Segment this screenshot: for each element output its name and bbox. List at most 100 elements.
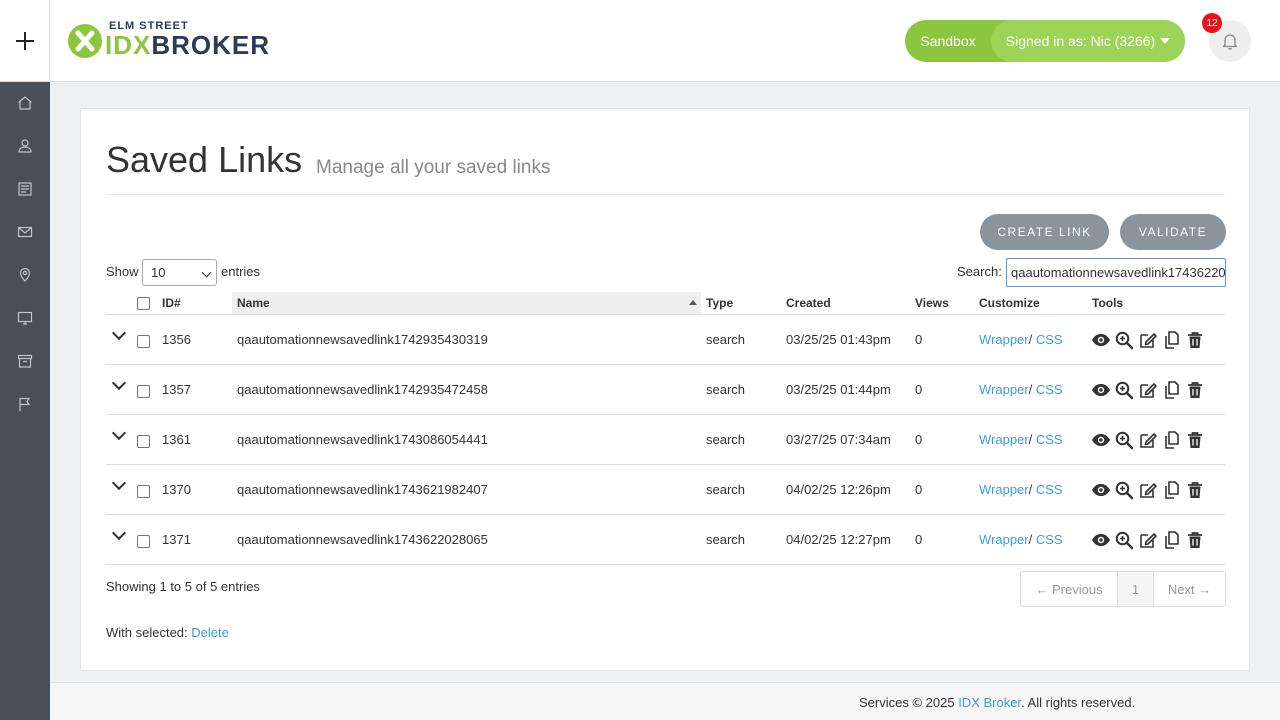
css-link[interactable]: CSS [1036,382,1063,397]
copy-icon[interactable] [1162,330,1182,350]
css-link[interactable]: CSS [1036,332,1063,347]
edit-icon[interactable] [1138,380,1158,400]
copy-icon[interactable] [1162,430,1182,450]
column-id[interactable]: ID# [162,296,181,310]
sidebar-item-website[interactable] [0,298,50,338]
view-icon[interactable] [1091,380,1111,400]
table-row: 1356 qaautomationnewsavedlink174293543031… [106,315,1225,365]
logo-x-icon [68,24,102,58]
previous-page-button[interactable]: ← Previous [1021,572,1118,606]
page-size-select[interactable]: 10 [142,259,217,286]
sidebar-item-mail[interactable] [0,212,50,252]
wrapper-link[interactable]: Wrapper [979,332,1029,347]
sidebar-item-reports[interactable] [0,384,50,424]
sidebar-item-contacts[interactable] [0,126,50,166]
cell-type: search [706,532,746,547]
next-page-button[interactable]: Next → [1154,572,1225,606]
view-icon[interactable] [1091,530,1111,550]
sidebar-item-content[interactable] [0,169,50,209]
title-divider [106,194,1225,195]
cell-id: 1356 [162,332,191,347]
view-icon[interactable] [1091,430,1111,450]
view-icon[interactable] [1091,480,1111,500]
plus-icon [15,32,34,50]
edit-icon[interactable] [1138,330,1158,350]
column-views[interactable]: Views [915,296,949,310]
saved-links-panel: Saved Links Manage all your saved links … [80,108,1250,671]
search-input[interactable]: qaautomationnewsavedlink1743622028065 [1006,258,1226,287]
cell-created: 04/02/25 12:26pm [786,482,891,497]
validate-button[interactable]: VALIDATE [1120,214,1226,250]
showing-entries-info: Showing 1 to 5 of 5 entries [106,579,260,594]
map-pin-icon [19,267,31,282]
sidebar-item-home[interactable] [0,83,50,123]
delete-icon[interactable] [1185,430,1205,450]
css-link[interactable]: CSS [1036,482,1063,497]
expand-row-chevron-icon[interactable] [111,325,127,341]
wrapper-link[interactable]: Wrapper [979,432,1029,447]
cell-id: 1357 [162,382,191,397]
column-created[interactable]: Created [786,296,831,310]
cell-id: 1361 [162,432,191,447]
cell-views: 0 [915,482,923,497]
css-link[interactable]: CSS [1036,532,1063,547]
row-checkbox[interactable] [137,485,150,498]
sidebar-item-map[interactable] [0,255,50,295]
column-name[interactable]: Name [237,296,270,310]
account-menu-button[interactable]: Signed in as: Nic (3266) [991,20,1185,62]
idx-broker-logo[interactable]: ELM STREET IDXBROKER [68,20,269,60]
cell-customize: Wrapper/ CSS [979,332,1063,347]
expand-row-chevron-icon[interactable] [111,525,127,541]
copy-icon[interactable] [1162,530,1182,550]
edit-icon[interactable] [1138,530,1158,550]
delete-icon[interactable] [1185,380,1205,400]
column-name-sorted[interactable] [232,292,701,314]
edit-icon[interactable] [1138,480,1158,500]
expand-row-chevron-icon[interactable] [111,425,127,441]
show-label: Show [106,264,139,279]
page-subtitle: Manage all your saved links [316,157,551,178]
mail-icon [17,226,33,238]
cell-name: qaautomationnewsavedlink1742935430319 [237,332,488,347]
preview-icon[interactable] [1114,530,1134,550]
preview-icon[interactable] [1114,330,1134,350]
preview-icon[interactable] [1114,480,1134,500]
edit-icon[interactable] [1138,430,1158,450]
cell-created: 03/25/25 01:43pm [786,332,891,347]
cell-name: qaautomationnewsavedlink1743622028065 [237,532,488,547]
bell-icon [1222,34,1238,50]
preview-icon[interactable] [1114,380,1134,400]
copy-icon[interactable] [1162,480,1182,500]
delete-icon[interactable] [1185,480,1205,500]
archive-icon [17,354,33,368]
page-size-value: 10 [151,265,166,280]
delete-icon[interactable] [1185,330,1205,350]
preview-icon[interactable] [1114,430,1134,450]
copyright: Services © 2025 IDX Broker. All rights r… [859,695,1136,710]
row-checkbox[interactable] [137,335,150,348]
column-type[interactable]: Type [706,296,733,310]
customize-separator: / [1028,332,1033,347]
wrapper-link[interactable]: Wrapper [979,532,1029,547]
idx-broker-link[interactable]: IDX Broker [958,695,1021,710]
css-link[interactable]: CSS [1036,432,1063,447]
row-checkbox[interactable] [137,535,150,548]
add-button[interactable] [0,0,50,82]
select-all-checkbox[interactable] [137,297,150,310]
delete-icon[interactable] [1185,530,1205,550]
sidebar-item-archive[interactable] [0,341,50,381]
view-icon[interactable] [1091,330,1111,350]
expand-row-chevron-icon[interactable] [111,475,127,491]
wrapper-link[interactable]: Wrapper [979,482,1029,497]
row-checkbox[interactable] [137,385,150,398]
row-checkbox[interactable] [137,435,150,448]
expand-row-chevron-icon[interactable] [111,375,127,391]
cell-type: search [706,482,746,497]
page-1-button[interactable]: 1 [1118,572,1154,606]
create-link-button[interactable]: CREATE LINK [980,214,1109,250]
bulk-delete-link[interactable]: Delete [191,625,229,640]
wrapper-link[interactable]: Wrapper [979,382,1029,397]
cell-name: qaautomationnewsavedlink1742935472458 [237,382,488,397]
copy-icon[interactable] [1162,380,1182,400]
cell-type: search [706,382,746,397]
